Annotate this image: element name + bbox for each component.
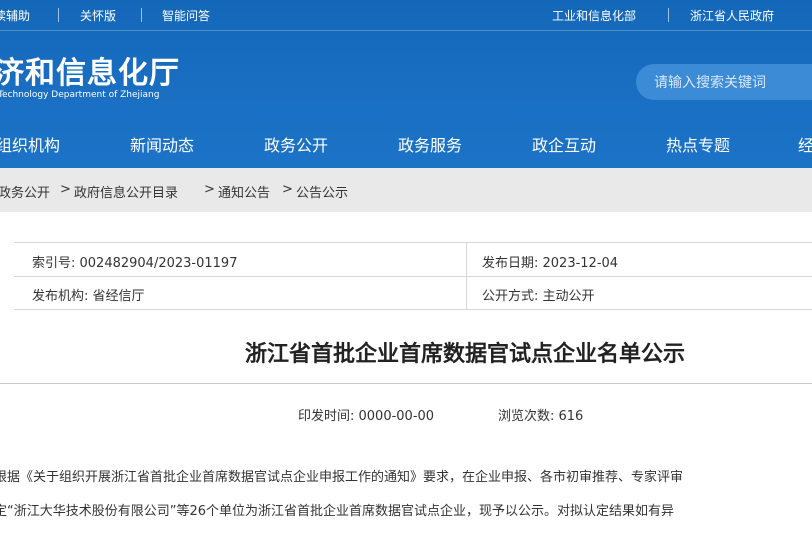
site-logo-title[interactable]: 济和信息化厅 <box>0 48 180 92</box>
article-title: 浙江省首批企业首席数据官试点企业名单公示 <box>244 342 685 367</box>
search-box[interactable] <box>636 64 812 102</box>
smart-qa-link[interactable]: 智能问答 <box>162 7 210 24</box>
main-nav: 组织机构 新闻动态 政务公开 政务服务 政企互动 热点专题 经 <box>0 126 812 160</box>
accessibility-link[interactable]: 读辅助 <box>0 7 30 24</box>
nav-item-disclosure[interactable]: 政务公开 <box>264 132 328 156</box>
view-count: 浏览次数: 616 <box>498 409 584 424</box>
nav-item-news[interactable]: 新闻动态 <box>130 132 194 156</box>
divider <box>0 30 812 31</box>
divider <box>668 8 669 22</box>
disclosure-method: 公开方式: 主动公开 <box>482 289 595 304</box>
top-bar: 读辅助 关怀版 智能问答 工业和信息化部 浙江省人民政府 <box>0 0 812 30</box>
breadcrumb-separator: > <box>60 182 71 197</box>
site-logo-subtitle: Technology Department of Zhejiang <box>0 90 160 100</box>
breadcrumb-separator: > <box>282 182 293 197</box>
breadcrumb-item[interactable]: 政府信息公开目录 <box>74 182 178 201</box>
divider <box>466 243 467 309</box>
divider <box>14 276 812 277</box>
miit-link[interactable]: 工业和信息化部 <box>552 7 636 24</box>
divider <box>0 383 812 384</box>
breadcrumb-item[interactable]: 通知公告 <box>218 182 270 201</box>
nav-item-interaction[interactable]: 政企互动 <box>532 132 596 156</box>
nav-item-org[interactable]: 组织机构 <box>0 132 60 156</box>
index-number: 索引号: 002482904/2023-01197 <box>32 256 238 271</box>
article-paragraph-line: 根据《关于组织开展浙江省首批企业首席数据官试点企业申报工作的通知》要求，在企业申… <box>0 470 684 485</box>
care-mode-link[interactable]: 关怀版 <box>80 7 116 24</box>
print-time: 印发时间: 0000-00-00 <box>298 409 435 424</box>
search-input[interactable] <box>652 64 812 102</box>
article-paragraph-line: 定“浙江大华技术股份有限公司”等26个单位为浙江省首批企业首席数据官试点企业，现… <box>0 504 675 519</box>
breadcrumb-item[interactable]: 政务公开 <box>0 182 50 201</box>
divider <box>141 8 142 22</box>
breadcrumb-separator: > <box>204 182 215 197</box>
breadcrumb-item[interactable]: 公告公示 <box>296 182 348 201</box>
nav-item-cut[interactable]: 经 <box>798 132 812 156</box>
divider <box>58 8 59 22</box>
nav-item-topics[interactable]: 热点专题 <box>666 132 730 156</box>
article-info-table: 索引号: 002482904/2023-01197 发布日期: 2023-12-… <box>14 242 812 310</box>
zj-gov-link[interactable]: 浙江省人民政府 <box>690 7 774 24</box>
breadcrumb: 政务公开 > 政府信息公开目录 > 通知公告 > 公告公示 <box>0 168 812 212</box>
nav-item-services[interactable]: 政务服务 <box>398 132 462 156</box>
publish-date: 发布日期: 2023-12-04 <box>482 256 619 271</box>
site-header: 读辅助 关怀版 智能问答 工业和信息化部 浙江省人民政府 济和信息化厅 Tech… <box>0 0 812 168</box>
publisher: 发布机构: 省经信厅 <box>32 289 145 304</box>
